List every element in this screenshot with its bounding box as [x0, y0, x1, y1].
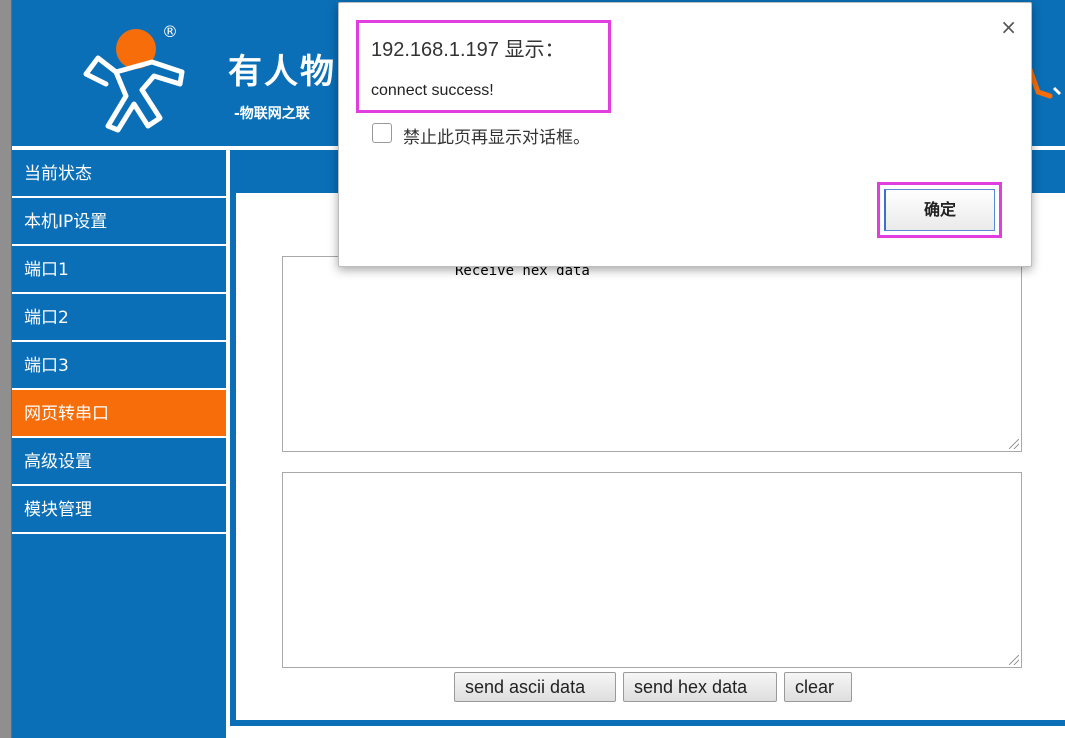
sidebar-item-status[interactable]: 当前状态	[12, 150, 226, 198]
dialog-title: 192.168.1.197 显示：	[371, 39, 565, 61]
sidebar-item-ip-settings[interactable]: 本机IP设置	[12, 198, 226, 246]
brand-title: 有人物	[228, 52, 336, 92]
window-edge	[0, 0, 12, 738]
send-ascii-button[interactable]: send ascii data	[454, 672, 616, 702]
alert-dialog: × 192.168.1.197 显示： connect success! 禁止此…	[338, 2, 1032, 267]
ok-button[interactable]: 确定	[884, 189, 995, 231]
receive-textarea[interactable]: Receive hex data	[282, 256, 1022, 452]
send-hex-button[interactable]: send hex data	[623, 672, 777, 702]
sidebar-item-port3[interactable]: 端口3	[12, 342, 226, 390]
resize-grip-icon[interactable]	[1009, 655, 1019, 665]
send-textarea[interactable]	[282, 472, 1022, 668]
brand-subtitle: -物联网之联	[234, 106, 310, 122]
sidebar-item-module-management[interactable]: 模块管理	[12, 486, 226, 534]
sidebar-item-port1[interactable]: 端口1	[12, 246, 226, 294]
suppress-dialogs-checkbox[interactable]	[372, 123, 392, 143]
dialog-message: connect success!	[371, 82, 494, 99]
sidebar-nav: 当前状态 本机IP设置 端口1 端口2 端口3 网页转串口 高级设置 模块管理	[12, 150, 226, 738]
suppress-dialogs-label[interactable]: 禁止此页再显示对话框。	[403, 123, 590, 148]
clear-button[interactable]: clear	[784, 672, 852, 702]
sidebar-item-port2[interactable]: 端口2	[12, 294, 226, 342]
browser-page: ® 有人物 -物联网之联 当前状态 本机IP设置 端口1 端口2 端口3 网页转…	[0, 0, 1065, 738]
sidebar-item-web-to-serial[interactable]: 网页转串口	[12, 390, 226, 438]
close-icon[interactable]: ×	[1000, 15, 1017, 39]
registered-mark: ®	[162, 22, 178, 41]
resize-grip-icon[interactable]	[1009, 439, 1019, 449]
sidebar-item-advanced[interactable]: 高级设置	[12, 438, 226, 486]
